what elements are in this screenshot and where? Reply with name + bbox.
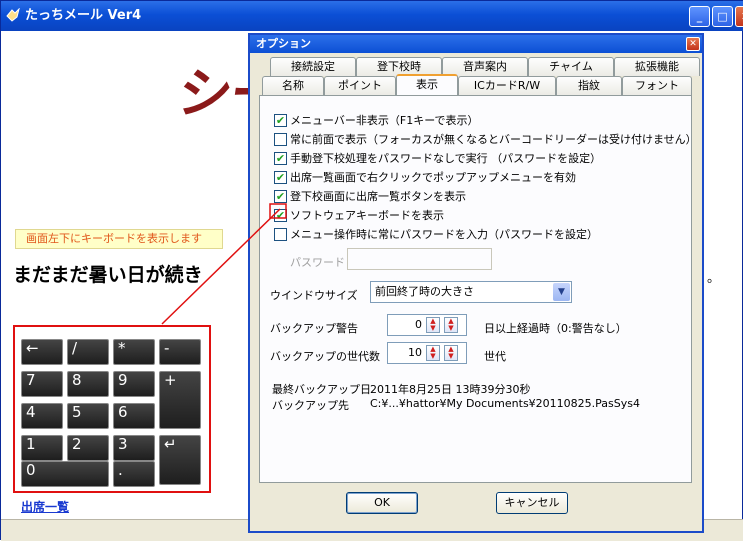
key-7[interactable]: 7 bbox=[21, 371, 63, 397]
dialog-title: オプション bbox=[256, 37, 311, 50]
message-end-dot: 。 bbox=[707, 271, 721, 286]
backup-generations-suffix: 世代 bbox=[484, 350, 506, 363]
backup-generations-spin-down[interactable]: ▲ ▼ bbox=[444, 345, 458, 361]
checkbox-manual-no-password[interactable]: ✔ 手動登下校処理をパスワードなしで実行 （パスワードを設定） bbox=[274, 150, 601, 166]
dialog-close-icon[interactable]: ✕ bbox=[686, 37, 700, 51]
options-dialog: オプション ✕ 接続設定 登下校時 音声案内 チャイム 拡張機能 名称 ポイント… bbox=[248, 33, 704, 533]
checkbox-menu-password[interactable]: メニュー操作時に常にパスワードを入力（パスワードを設定） bbox=[274, 226, 598, 242]
key-8[interactable]: 8 bbox=[67, 371, 109, 397]
main-title-bar[interactable]: たっちメール Ver4 _ □ ✕ bbox=[1, 1, 743, 31]
checkbox-box[interactable]: ✔ bbox=[274, 189, 287, 203]
cancel-button[interactable]: キャンセル bbox=[496, 492, 568, 514]
tab-connection[interactable]: 接続設定 bbox=[270, 57, 356, 76]
tab-fingerprint[interactable]: 指紋 bbox=[556, 76, 622, 95]
tab-name[interactable]: 名称 bbox=[262, 76, 324, 95]
checkbox-box[interactable]: ✔ bbox=[274, 151, 287, 165]
key-asterisk[interactable]: * bbox=[113, 339, 155, 365]
checkbox-box[interactable] bbox=[274, 132, 287, 146]
key-9[interactable]: 9 bbox=[113, 371, 155, 397]
checkbox-box[interactable]: ✔ bbox=[274, 170, 287, 184]
tab-font[interactable]: フォント bbox=[622, 76, 692, 95]
key-4[interactable]: 4 bbox=[21, 403, 63, 429]
tab-extension[interactable]: 拡張機能 bbox=[614, 57, 700, 76]
checkbox-show-software-keyboard[interactable]: ✔ ソフトウェアキーボードを表示 bbox=[274, 207, 444, 223]
checkbox-box[interactable] bbox=[274, 227, 287, 241]
checkbox-label: 手動登下校処理をパスワードなしで実行 （パスワードを設定） bbox=[290, 152, 602, 165]
window-size-select[interactable]: 前回終了時の大きさ ▼ bbox=[370, 281, 572, 303]
checkbox-box[interactable]: ✔ bbox=[274, 208, 287, 222]
app-icon bbox=[6, 8, 20, 22]
backup-destination-label: バックアップ先 bbox=[272, 399, 349, 412]
minimize-icon[interactable]: _ bbox=[689, 6, 710, 27]
dialog-title-bar[interactable]: オプション ✕ bbox=[250, 35, 702, 53]
backup-warning-suffix: 日以上経過時（0:警告なし） bbox=[484, 322, 627, 335]
window-size-label: ウインドウサイズ bbox=[270, 289, 358, 302]
tab-chime[interactable]: チャイム bbox=[528, 57, 614, 76]
checkbox-label: 出席一覧画面で右クリックでポップアップメニューを有効 bbox=[290, 171, 576, 184]
tab-display[interactable]: 表示 bbox=[396, 74, 458, 95]
key-0[interactable]: 0 bbox=[21, 461, 109, 487]
main-title-text: たっちメール Ver4 bbox=[25, 8, 142, 23]
window-size-value: 前回終了時の大きさ bbox=[375, 285, 474, 298]
key-enter[interactable]: ↵ bbox=[159, 435, 201, 485]
key-minus[interactable]: - bbox=[159, 339, 201, 365]
maximize-icon[interactable]: □ bbox=[712, 6, 733, 27]
checkbox-label: メニューバー非表示（F1キーで表示） bbox=[290, 114, 479, 127]
software-keyboard: ← / * - 7 8 9 + 4 5 6 1 2 3 ↵ 0 . bbox=[13, 325, 211, 493]
tab-ic-card[interactable]: ICカードR/W bbox=[458, 76, 556, 95]
checkbox-label: ソフトウェアキーボードを表示 bbox=[290, 209, 444, 222]
key-6[interactable]: 6 bbox=[113, 403, 155, 429]
password-input[interactable] bbox=[347, 248, 492, 270]
key-slash[interactable]: / bbox=[67, 339, 109, 365]
display-settings-panel: ✔ メニューバー非表示（F1キーで表示） 常に前面で表示（フォーカスが無くなると… bbox=[259, 95, 697, 483]
password-label: パスワード bbox=[290, 256, 345, 269]
checkbox-label: 常に前面で表示（フォーカスが無くなるとバーコードリーダーは受け付けません） bbox=[290, 133, 697, 146]
last-backup-label: 最終バックアップ日 bbox=[272, 383, 371, 396]
key-2[interactable]: 2 bbox=[67, 435, 109, 461]
backup-warning-label: バックアップ警告 bbox=[270, 322, 358, 335]
tab-point[interactable]: ポイント bbox=[324, 76, 396, 95]
checkbox-label: 登下校画面に出席一覧ボタンを表示 bbox=[290, 190, 466, 203]
backup-warning-spin-up[interactable]: ▲ ▼ bbox=[426, 317, 440, 333]
checkbox-always-on-top[interactable]: 常に前面で表示（フォーカスが無くなるとバーコードリーダーは受け付けません） bbox=[274, 131, 697, 147]
ok-button[interactable]: OK bbox=[346, 492, 418, 514]
key-dot[interactable]: . bbox=[113, 461, 155, 487]
key-1[interactable]: 1 bbox=[21, 435, 63, 461]
window-controls: _ □ ✕ bbox=[689, 6, 743, 27]
main-message: まだまだ暑い日が続き bbox=[13, 264, 203, 286]
backup-generations-spin-up[interactable]: ▲ ▼ bbox=[426, 345, 440, 361]
chevron-down-icon[interactable]: ▼ bbox=[553, 283, 570, 301]
checkbox-box[interactable]: ✔ bbox=[274, 113, 287, 127]
checkbox-hide-menubar[interactable]: ✔ メニューバー非表示（F1キーで表示） bbox=[274, 112, 479, 128]
backup-warning-spin-down[interactable]: ▲ ▼ bbox=[444, 317, 458, 333]
backup-destination-value: C:¥...¥hattor¥My Documents¥20110825.PasS… bbox=[370, 397, 640, 410]
keyboard-hint: 画面左下にキーボードを表示します bbox=[15, 229, 223, 249]
checkbox-right-click-popup[interactable]: ✔ 出席一覧画面で右クリックでポップアップメニューを有効 bbox=[274, 169, 576, 185]
key-5[interactable]: 5 bbox=[67, 403, 109, 429]
checkbox-show-attendance-button[interactable]: ✔ 登下校画面に出席一覧ボタンを表示 bbox=[274, 188, 466, 204]
key-3[interactable]: 3 bbox=[113, 435, 155, 461]
key-plus[interactable]: + bbox=[159, 371, 201, 429]
close-icon[interactable]: ✕ bbox=[735, 6, 743, 27]
backup-generations-label: バックアップの世代数 bbox=[270, 350, 380, 363]
last-backup-value: 2011年8月25日 13時39分30秒 bbox=[370, 383, 531, 396]
checkbox-label: メニュー操作時に常にパスワードを入力（パスワードを設定） bbox=[290, 228, 598, 241]
attendance-list-link[interactable]: 出席一覧 bbox=[21, 498, 69, 515]
key-backspace[interactable]: ← bbox=[21, 339, 63, 365]
